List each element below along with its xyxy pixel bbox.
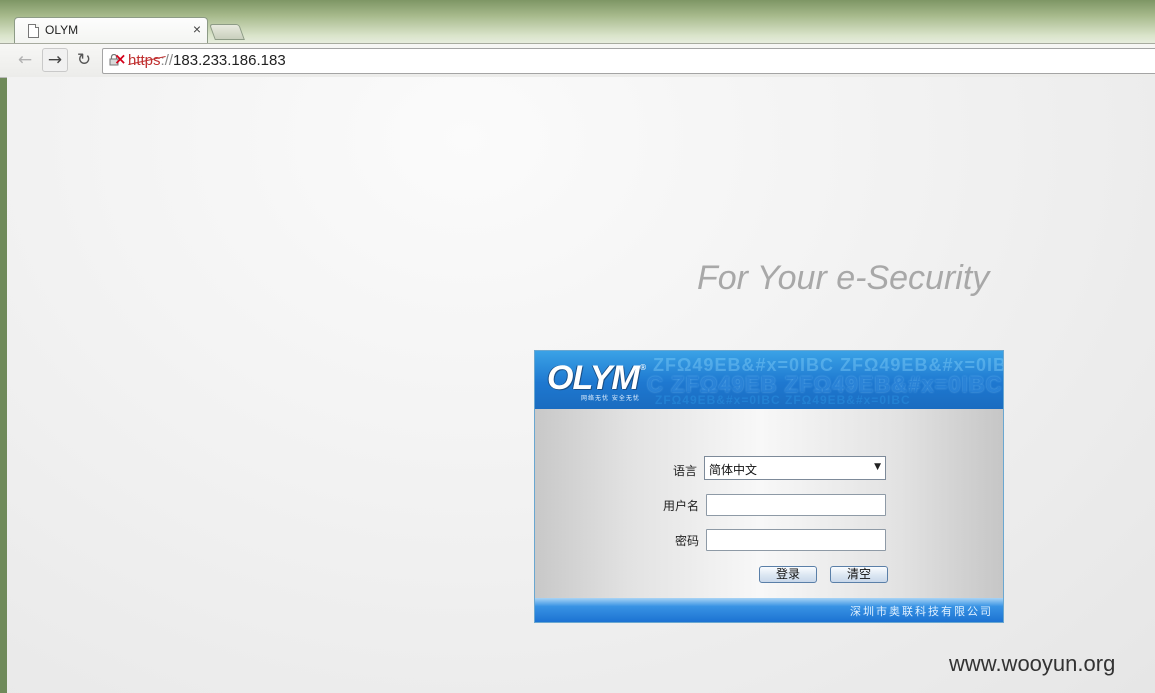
login-panel: ZFΩ49EB&#x=0IBC ZFΩ49EB&#x=0IBC C ZFΩ49E… <box>534 350 1004 623</box>
language-select-value: 简体中文 <box>709 463 758 477</box>
browser-tab[interactable]: OLYM × <box>14 17 208 45</box>
security-error-icon: × <box>114 50 127 68</box>
address-bar[interactable]: × https://183.233.186.183 <box>102 48 1155 74</box>
arrow-left-icon[interactable]: ← <box>13 48 37 72</box>
header-watermark-text: ZFΩ49EB&#x=0IBC ZFΩ49EB&#x=0IBC <box>655 393 911 407</box>
tab-title: OLYM <box>45 23 79 37</box>
arrow-right-icon[interactable]: → <box>42 48 68 72</box>
language-select[interactable]: 简体中文 ▼ <box>704 456 886 480</box>
username-input[interactable] <box>706 494 886 516</box>
slogan: For Your e-Security <box>697 259 990 297</box>
browser-toolbar: ← → ↻ × https://183.233.186.183 <box>0 43 1155 78</box>
login-form: 语言 简体中文 ▼ 用户名 密码 登录 清空 <box>535 409 1003 598</box>
password-input[interactable] <box>706 529 886 551</box>
page-viewport: For Your e-Security ZFΩ49EB&#x=0IBC ZFΩ4… <box>7 77 1155 693</box>
logo-tagline: 网络无忧 安全无忧 <box>581 395 640 402</box>
url-host: 183.233.186.183 <box>173 52 286 69</box>
registered-mark: ® <box>639 363 647 372</box>
login-button[interactable]: 登录 <box>759 566 817 583</box>
new-tab-button[interactable] <box>209 24 245 40</box>
login-header: ZFΩ49EB&#x=0IBC ZFΩ49EB&#x=0IBC C ZFΩ49E… <box>535 351 1003 409</box>
site-watermark: www.wooyun.org <box>949 651 1116 676</box>
dropdown-arrow-icon: ▼ <box>874 462 881 472</box>
url-separator: :// <box>160 52 174 69</box>
company-name: 深圳市奥联科技有限公司 <box>850 605 993 618</box>
page-icon <box>28 24 39 38</box>
url-scheme: https <box>128 52 161 69</box>
password-label: 密码 <box>674 534 699 548</box>
language-label: 语言 <box>672 464 697 478</box>
clear-button[interactable]: 清空 <box>830 566 888 583</box>
reload-icon[interactable]: ↻ <box>72 48 96 72</box>
close-tab-icon[interactable]: × <box>193 21 201 37</box>
url-text[interactable]: https://183.233.186.183 <box>128 52 286 69</box>
username-label: 用户名 <box>662 499 699 513</box>
login-footer: 深圳市奥联科技有限公司 <box>535 598 1003 622</box>
browser-tab-strip: OLYM × <box>0 0 1155 45</box>
